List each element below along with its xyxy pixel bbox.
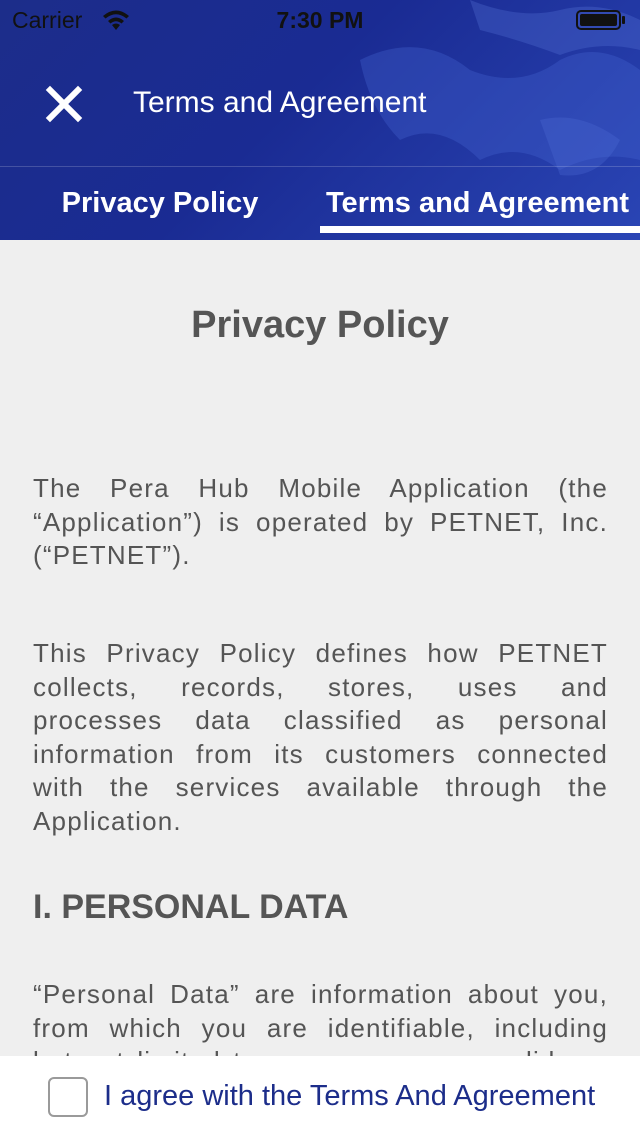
tab-privacy-policy[interactable]: Privacy Policy — [0, 167, 320, 240]
selected-tab-indicator — [320, 226, 640, 233]
agree-label[interactable]: I agree with the Terms And Agreement — [104, 1080, 595, 1113]
close-icon[interactable] — [40, 80, 88, 128]
status-time: 7:30 PM — [276, 7, 364, 33]
tab-bar: Privacy Policy Terms and Agreement — [0, 167, 640, 240]
header: Carrier 7:30 PM Terms and Agreement Priv… — [0, 0, 640, 240]
navigation-bar: Terms and Agreement — [0, 40, 640, 168]
page-title: Terms and Agreement — [133, 86, 427, 119]
section-heading: I. PERSONAL DATA — [33, 888, 349, 926]
document-paragraph: This Privacy Policy defines how PETNET c… — [33, 638, 608, 836]
document-scroll-view[interactable]: Privacy Policy The Pera Hub Mobile Appli… — [0, 240, 640, 1056]
tab-label: Privacy Policy — [61, 187, 259, 219]
agree-checkbox[interactable] — [48, 1077, 88, 1117]
agreement-footer: I agree with the Terms And Agreement — [0, 1056, 640, 1136]
document-title: Privacy Policy — [191, 304, 449, 346]
tab-label: Terms and Agreement — [326, 187, 629, 219]
battery-icon — [576, 10, 625, 30]
document-paragraph: The Pera Hub Mobile Application (the “Ap… — [33, 473, 608, 570]
document-paragraph: “Personal Data” are information about yo… — [33, 979, 608, 1056]
status-bar: Carrier 7:30 PM — [0, 0, 640, 40]
